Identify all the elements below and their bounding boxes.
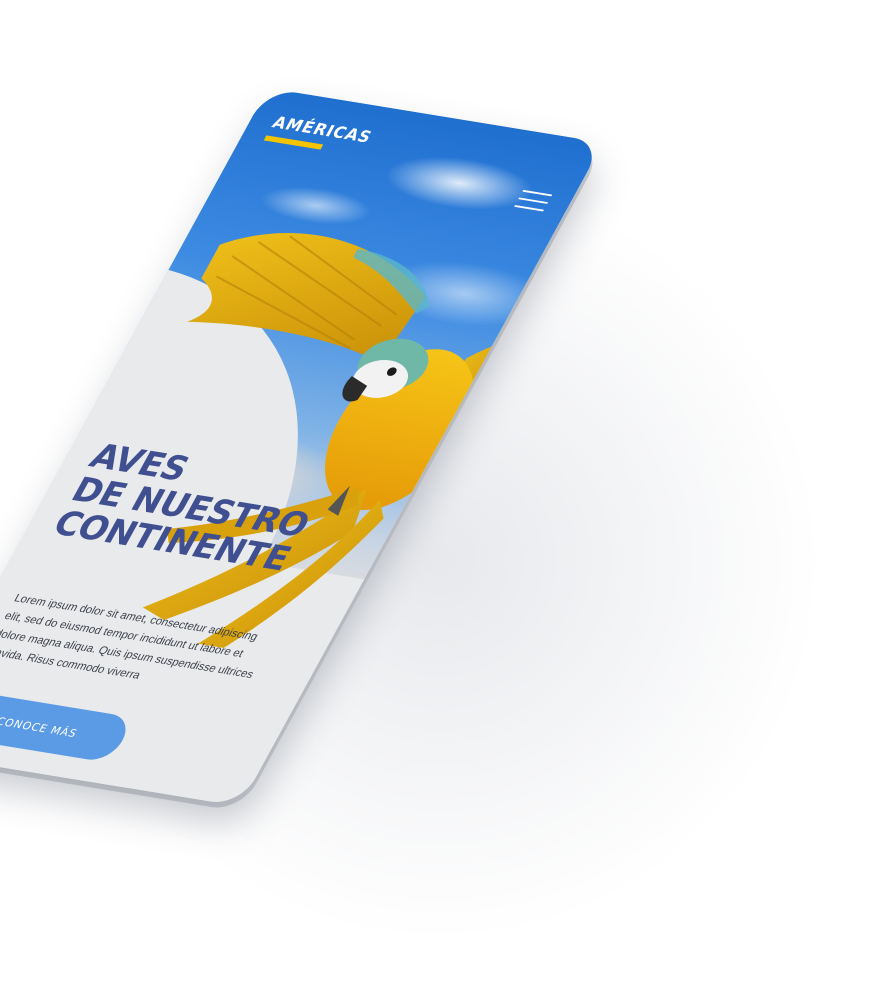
menu-line-icon — [513, 205, 545, 212]
phone-screen: AMÉRICAS AVES DE NUESTRO CONTINENTE Lore… — [0, 88, 604, 807]
mockup-stage: AMÉRICAS AVES DE NUESTRO CONTINENTE Lore… — [0, 0, 878, 1000]
phone-wrap: AMÉRICAS AVES DE NUESTRO CONTINENTE Lore… — [0, 0, 878, 1000]
menu-line-icon — [518, 197, 549, 204]
